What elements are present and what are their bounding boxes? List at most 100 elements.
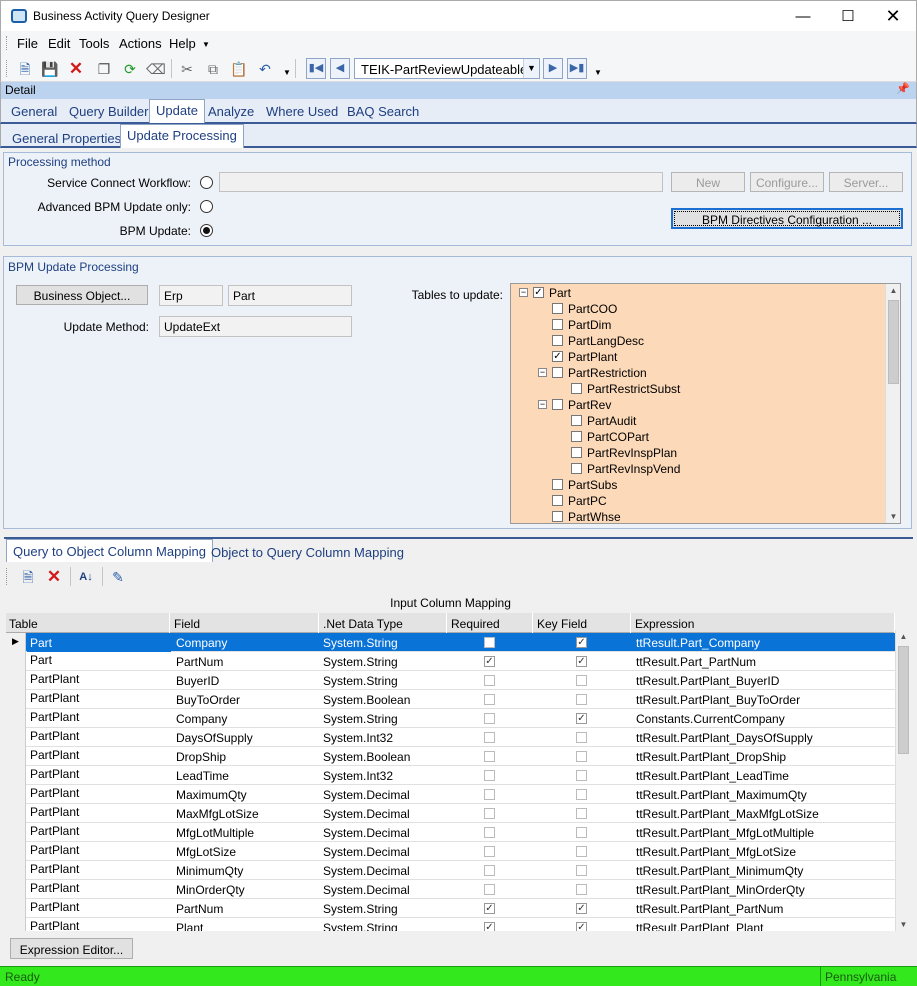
row-header[interactable] — [6, 747, 26, 766]
scroll-down-icon[interactable]: ▼ — [896, 920, 911, 929]
table-row[interactable]: PartPlant PartNum System.String ✓ ✓ ttResult.… — [6, 899, 895, 918]
row-header[interactable] — [6, 766, 26, 785]
key-field-checkbox[interactable]: ✓ — [576, 656, 587, 667]
tree-node[interactable]: PartWhse — [511, 509, 883, 523]
nav-prev-icon[interactable]: ◀ — [330, 58, 350, 79]
cell-field[interactable]: BuyerID — [176, 671, 320, 690]
cell-expression[interactable]: ttResult.PartPlant_LeadTime — [636, 766, 893, 785]
tree-node-checkbox[interactable] — [552, 399, 563, 410]
cell-table[interactable]: Part — [27, 633, 171, 652]
key-field-checkbox[interactable]: ✓ — [576, 922, 587, 931]
cell-table[interactable]: PartPlant — [27, 842, 171, 861]
grid-scroll-thumb[interactable] — [898, 646, 909, 754]
table-row[interactable]: PartPlant MaxMfgLotSize System.Decimal ttRe… — [6, 804, 895, 823]
required-checkbox[interactable] — [484, 675, 495, 686]
row-header[interactable]: ▶ — [6, 633, 26, 652]
cell-field[interactable]: MfgLotMultiple — [176, 823, 320, 842]
cell-data-type[interactable]: System.String — [323, 899, 447, 918]
cell-table[interactable]: PartPlant — [27, 785, 171, 804]
chevron-down-icon[interactable]: ▼ — [523, 59, 539, 78]
cell-data-type[interactable]: System.Decimal — [323, 785, 447, 804]
cell-table[interactable]: PartPlant — [27, 690, 171, 709]
table-row[interactable]: PartPlant DaysOfSupply System.Int32 ttResul… — [6, 728, 895, 747]
tab-general-properties[interactable]: General Properties — [12, 131, 121, 146]
col-header-required[interactable]: Required — [448, 613, 533, 633]
pin-icon[interactable]: 📌 — [896, 82, 910, 95]
required-checkbox[interactable] — [484, 732, 495, 743]
tree-node-checkbox[interactable] — [552, 303, 563, 314]
row-header[interactable] — [6, 804, 26, 823]
key-field-checkbox[interactable] — [576, 865, 587, 876]
cell-field[interactable]: DropShip — [176, 747, 320, 766]
cell-expression[interactable]: ttResult.PartPlant_Plant — [636, 918, 893, 931]
table-row[interactable]: PartPlant MaximumQty System.Decimal ttResul… — [6, 785, 895, 804]
row-header[interactable] — [6, 899, 26, 918]
key-field-checkbox[interactable] — [576, 770, 587, 781]
tree-node[interactable]: PartRevInspVend — [511, 461, 883, 477]
row-header[interactable] — [6, 823, 26, 842]
cell-data-type[interactable]: System.String — [323, 671, 447, 690]
cell-field[interactable]: Company — [176, 709, 320, 728]
col-header-field[interactable]: Field — [171, 613, 319, 633]
table-row[interactable]: PartPlant Company System.String ✓ Constants.… — [6, 709, 895, 728]
tree-collapse-icon[interactable]: − — [519, 288, 528, 297]
cell-field[interactable]: MinimumQty — [176, 861, 320, 880]
cell-field[interactable]: MaximumQty — [176, 785, 320, 804]
table-row[interactable]: PartPlant BuyToOrder System.Boolean ttResul… — [6, 690, 895, 709]
table-row[interactable]: PartPlant LeadTime System.Int32 ttResult.Pa… — [6, 766, 895, 785]
nav-last-icon[interactable]: ▶▮ — [567, 58, 587, 79]
undo-icon[interactable]: ↶ — [256, 60, 274, 78]
tree-node-checkbox[interactable] — [571, 431, 582, 442]
tables-tree[interactable]: − ✓ Part PartCOO PartDim PartLangDesc ✓ PartPla… — [510, 283, 901, 524]
cell-expression[interactable]: ttResult.PartPlant_MinimumQty — [636, 861, 893, 880]
tree-scrollbar[interactable]: ▲ ▼ — [885, 284, 900, 523]
table-row[interactable]: PartPlant MfgLotSize System.Decimal ttResul… — [6, 842, 895, 861]
server-button[interactable]: Server... — [829, 172, 903, 192]
tree-node-checkbox[interactable] — [571, 447, 582, 458]
tab-baq-search[interactable]: BAQ Search — [347, 104, 419, 119]
cell-field[interactable]: MfgLotSize — [176, 842, 320, 861]
required-checkbox[interactable] — [484, 789, 495, 800]
cell-field[interactable]: LeadTime — [176, 766, 320, 785]
table-row[interactable]: PartPlant MinimumQty System.Decimal ttResul… — [6, 861, 895, 880]
eraser-icon[interactable]: ⌫ — [146, 60, 166, 78]
cell-data-type[interactable]: System.Decimal — [323, 842, 447, 861]
key-field-checkbox[interactable] — [576, 675, 587, 686]
cell-expression[interactable]: ttResult.PartPlant_MfgLotMultiple — [636, 823, 893, 842]
cell-data-type[interactable]: System.Int32 — [323, 728, 447, 747]
cell-table[interactable]: PartPlant — [27, 804, 171, 823]
key-field-checkbox[interactable] — [576, 694, 587, 705]
new-icon[interactable]: 🗎 — [16, 60, 34, 78]
cell-table[interactable]: PartPlant — [27, 899, 171, 918]
tree-node[interactable]: PartRevInspPlan — [511, 445, 883, 461]
table-row[interactable]: PartPlant DropShip System.Boolean ttResult.… — [6, 747, 895, 766]
cell-field[interactable]: BuyToOrder — [176, 690, 320, 709]
required-checkbox[interactable] — [484, 713, 495, 724]
tree-node[interactable]: − ✓ Part — [511, 285, 883, 301]
col-header-data-type[interactable]: .Net Data Type — [320, 613, 447, 633]
cell-field[interactable]: MinOrderQty — [176, 880, 320, 899]
cell-field[interactable]: PartNum — [176, 652, 320, 671]
cell-table[interactable]: PartPlant — [27, 747, 171, 766]
key-field-checkbox[interactable] — [576, 789, 587, 800]
required-checkbox[interactable]: ✓ — [484, 903, 495, 914]
cell-table[interactable]: PartPlant — [27, 823, 171, 842]
table-row[interactable]: PartPlant Plant System.String ✓ ✓ ttResult.Pa… — [6, 918, 895, 931]
nav-overflow-icon[interactable]: ▼ — [594, 68, 602, 77]
tree-collapse-icon[interactable]: − — [538, 368, 547, 377]
key-field-checkbox[interactable]: ✓ — [576, 637, 587, 648]
tree-node[interactable]: ✓ PartPlant — [511, 349, 883, 365]
toolbar-overflow-icon[interactable]: ▼ — [283, 68, 291, 77]
cell-data-type[interactable]: System.String — [323, 918, 447, 931]
cell-expression[interactable]: ttResult.PartPlant_MfgLotSize — [636, 842, 893, 861]
sort-az-icon[interactable]: A↓ — [77, 568, 95, 586]
delete-icon[interactable]: ✕ — [67, 60, 85, 78]
cell-expression[interactable]: ttResult.PartPlant_DaysOfSupply — [636, 728, 893, 747]
cell-data-type[interactable]: System.Decimal — [323, 804, 447, 823]
key-field-checkbox[interactable] — [576, 884, 587, 895]
tree-node[interactable]: PartCOO — [511, 301, 883, 317]
key-field-checkbox[interactable] — [576, 808, 587, 819]
cell-expression[interactable]: ttResult.PartPlant_DropShip — [636, 747, 893, 766]
bpm-directives-button[interactable]: BPM Directives Configuration ... — [671, 208, 903, 229]
tree-node[interactable]: PartRestrictSubst — [511, 381, 883, 397]
